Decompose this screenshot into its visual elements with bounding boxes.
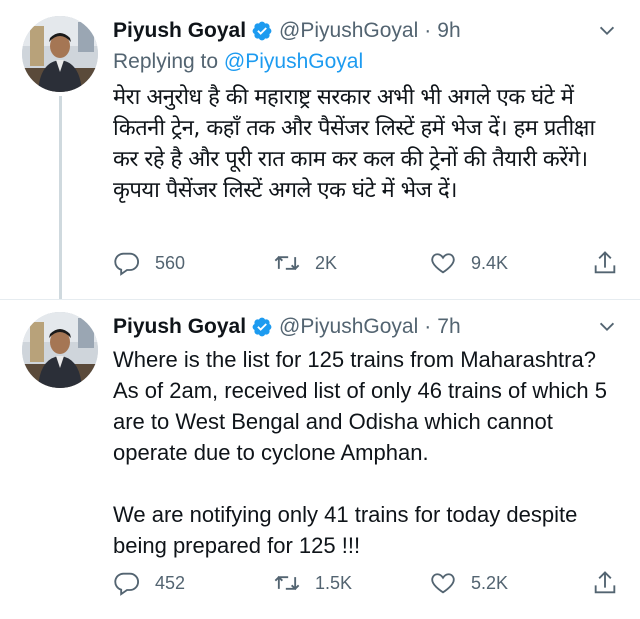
tweet-actions: 452 1.5K 5.2K [113, 568, 623, 598]
reply-count: 560 [155, 252, 186, 273]
like-count: 5.2K [471, 572, 509, 593]
avatar[interactable] [22, 16, 98, 92]
tweet-1[interactable]: Piyush Goyal @PiyushGoyal · 9h Replying … [0, 0, 640, 300]
retweet-icon [274, 255, 300, 271]
replying-to: Replying to @PiyushGoyal [113, 50, 363, 74]
avatar-image [22, 16, 98, 92]
retweet-button[interactable]: 2K [273, 248, 337, 278]
tweet-timestamp[interactable]: 9h [437, 19, 460, 43]
share-icon [594, 571, 616, 594]
author-name[interactable]: Piyush Goyal [113, 315, 246, 339]
tweet-timestamp[interactable]: 7h [437, 315, 460, 339]
tweet-paragraph: Where is the list for 125 trains from Ma… [113, 347, 608, 465]
tweet-paragraph: We are notifying only 41 trains for toda… [113, 502, 578, 558]
reply-button[interactable]: 560 [113, 248, 185, 278]
tweet-text: Where is the list for 125 trains from Ma… [113, 344, 618, 561]
replying-to-mention[interactable]: @PiyushGoyal [224, 50, 363, 73]
retweet-button[interactable]: 1.5K [273, 568, 352, 598]
tweet-actions: 560 2K 9.4K [113, 248, 623, 278]
share-icon [594, 251, 616, 274]
author-handle[interactable]: @PiyushGoyal [279, 19, 418, 43]
reply-button[interactable]: 452 [113, 568, 185, 598]
avatar[interactable] [22, 312, 98, 388]
separator-dot: · [424, 315, 432, 338]
chevron-down-icon[interactable] [596, 316, 618, 338]
replying-to-label: Replying to [113, 50, 219, 73]
tweet-2[interactable]: Piyush Goyal @PiyushGoyal · 7h Where is … [0, 300, 640, 619]
retweet-count: 1.5K [315, 572, 353, 593]
separator-dot: · [424, 19, 432, 42]
author-name[interactable]: Piyush Goyal [113, 19, 246, 43]
tweet-paragraph: मेरा अनुरोध है की महाराष्ट्र सरकार अभी भ… [113, 85, 595, 203]
like-count: 9.4K [471, 252, 509, 273]
reply-bubble-icon [114, 572, 139, 596]
heart-icon [431, 253, 455, 274]
share-button[interactable] [591, 248, 619, 278]
chevron-down-icon[interactable] [596, 20, 618, 42]
retweet-icon [274, 575, 300, 591]
like-button[interactable]: 9.4K [429, 248, 508, 278]
reply-bubble-icon [114, 252, 139, 276]
verified-badge-icon [251, 316, 273, 338]
tweet-header: Piyush Goyal @PiyushGoyal · 7h [113, 312, 461, 342]
heart-icon [431, 573, 455, 594]
author-handle[interactable]: @PiyushGoyal [279, 315, 418, 339]
share-button[interactable] [591, 568, 619, 598]
tweet-header: Piyush Goyal @PiyushGoyal · 9h [113, 16, 461, 46]
reply-count: 452 [155, 572, 186, 593]
verified-badge-icon [251, 20, 273, 42]
tweet-text: मेरा अनुरोध है की महाराष्ट्र सरकार अभी भ… [113, 82, 618, 206]
avatar-image [22, 312, 98, 388]
retweet-count: 2K [315, 252, 338, 273]
like-button[interactable]: 5.2K [429, 568, 508, 598]
